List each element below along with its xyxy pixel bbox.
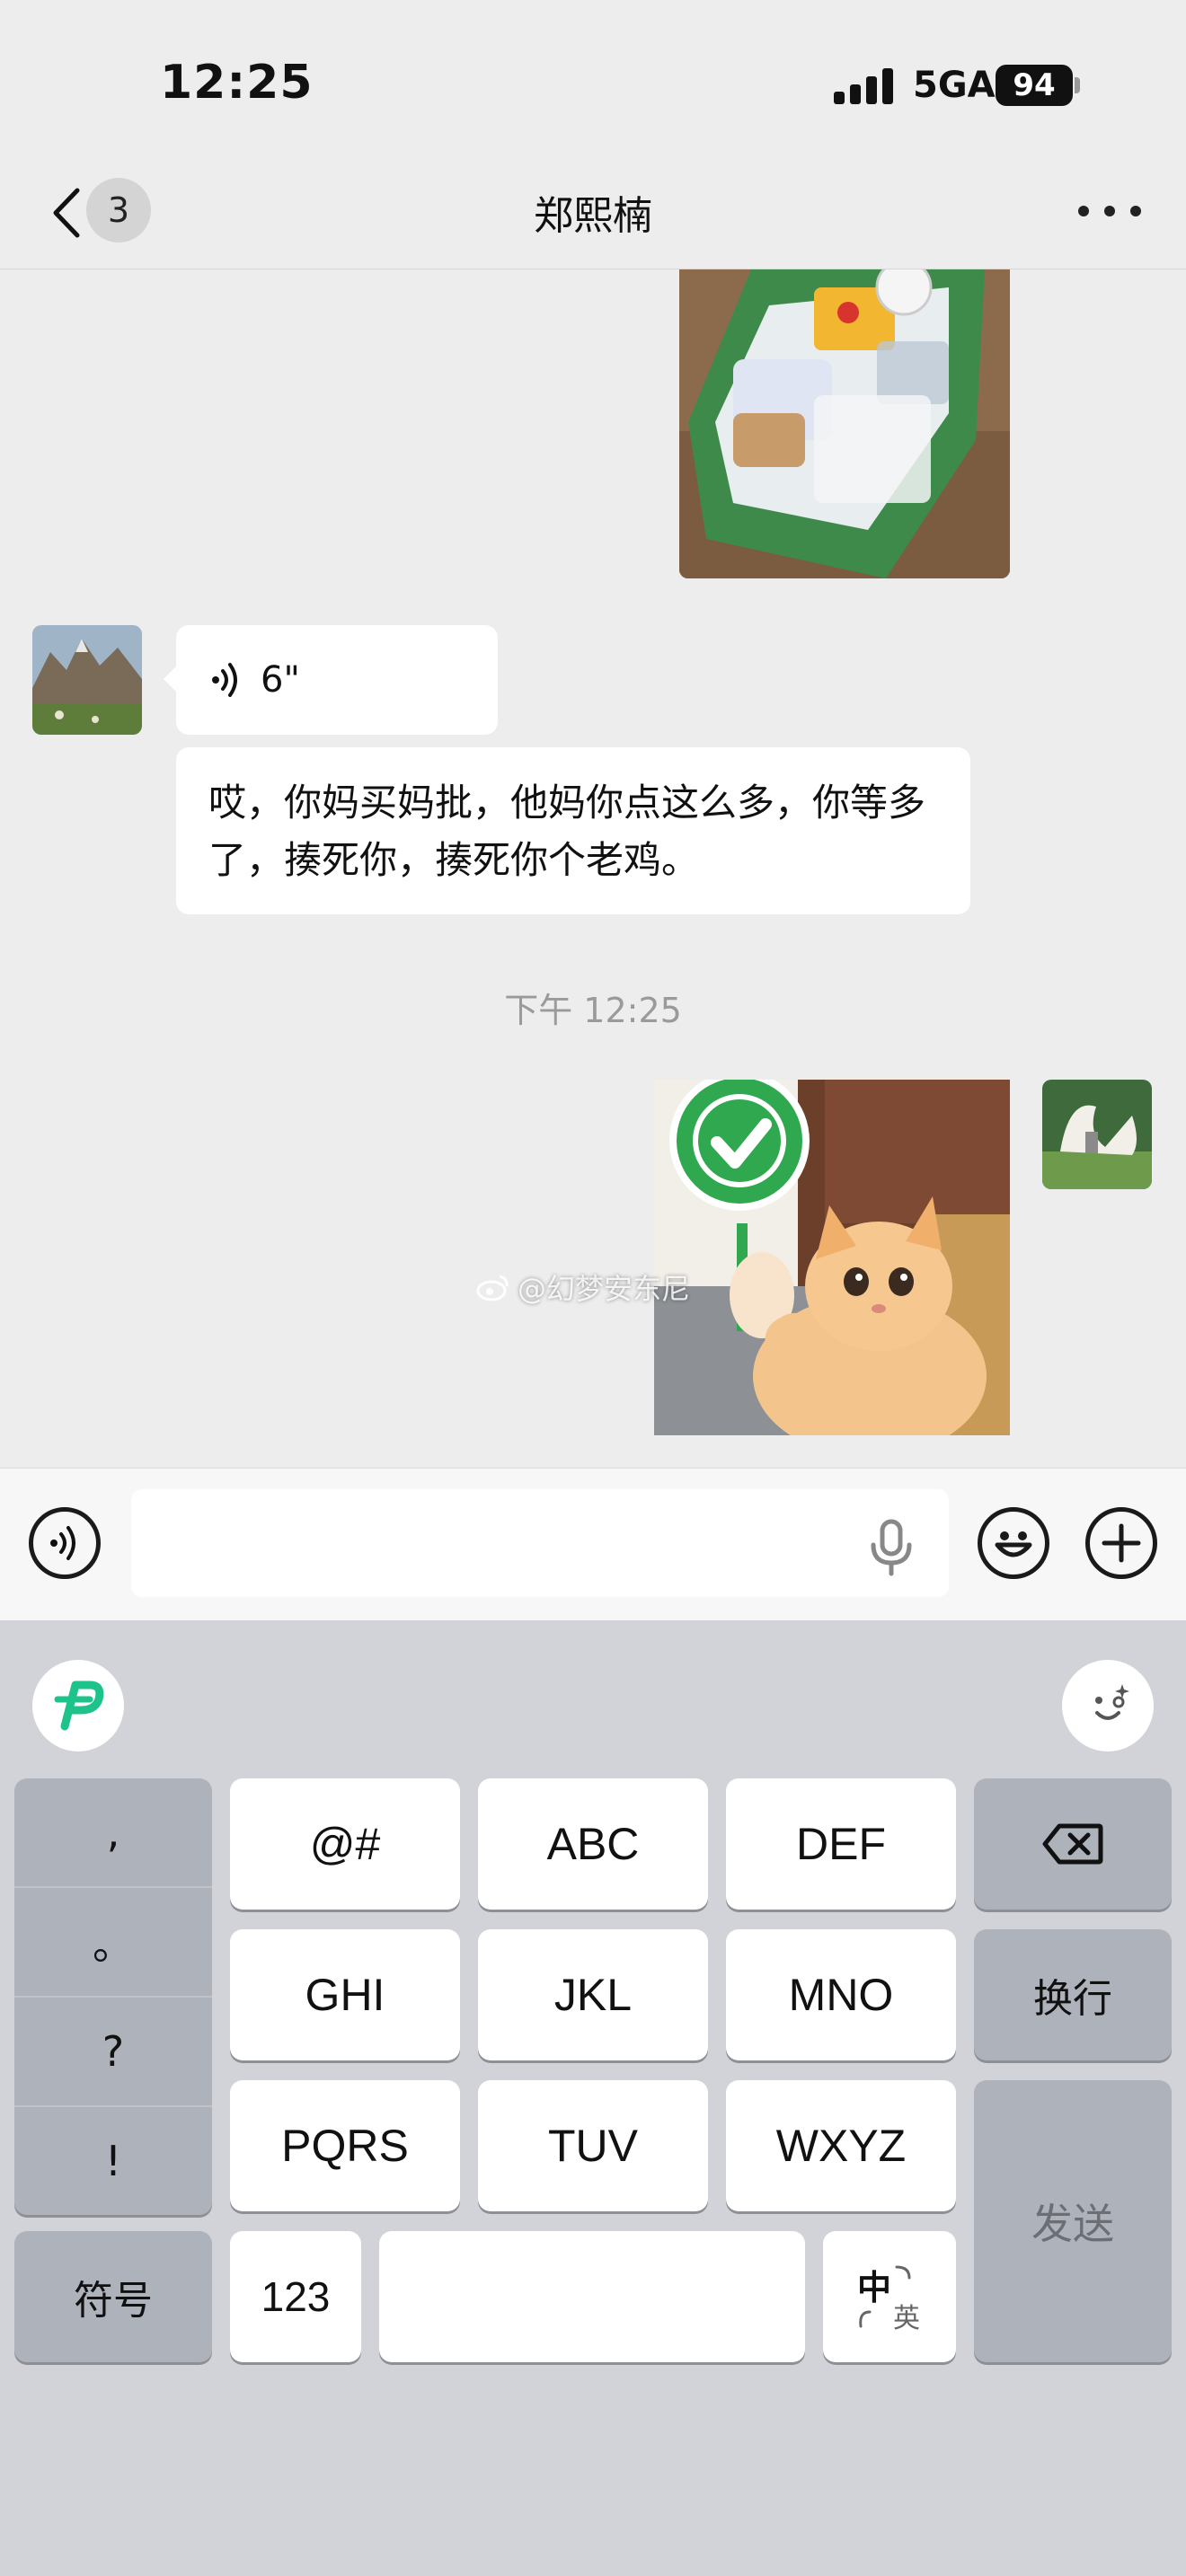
key-exclamation[interactable]: !: [14, 2107, 212, 2215]
voice-duration: 6": [261, 659, 300, 701]
image-message-food-tray[interactable]: [679, 269, 1010, 578]
lang-switch-arrows-icon: [859, 2265, 911, 2328]
voice-wave-icon: [212, 663, 237, 697]
watermark-text: @幻梦安东尼: [518, 1272, 691, 1306]
weibo-icon: [476, 1275, 509, 1301]
network-type: 5GA: [913, 65, 996, 106]
key-abc[interactable]: ABC: [478, 1778, 708, 1910]
emoji-button[interactable]: [978, 1507, 1049, 1579]
sticker-message-cat-checkmark[interactable]: [654, 1071, 1010, 1457]
ime-logo-icon[interactable]: [32, 1660, 124, 1751]
key-tuv[interactable]: TUV: [478, 2080, 708, 2211]
voice-message-bubble[interactable]: 6": [176, 625, 498, 735]
key-jkl[interactable]: JKL: [478, 1929, 708, 2060]
symbols-key[interactable]: 符号: [14, 2231, 212, 2362]
more-options-icon[interactable]: [1078, 189, 1141, 234]
status-time: 12:25: [160, 56, 314, 110]
newline-key[interactable]: 换行: [974, 1929, 1172, 2060]
text-message-bubble[interactable]: 哎，你妈买妈批，他妈你点这么多，你等多了，揍死你，揍死你个老鸡。: [176, 747, 970, 914]
key-pqrs[interactable]: PQRS: [230, 2080, 460, 2211]
my-avatar[interactable]: [1042, 1080, 1152, 1189]
battery-tip: [1075, 77, 1080, 93]
send-key[interactable]: 发送: [974, 2080, 1172, 2362]
contact-avatar[interactable]: [32, 625, 142, 735]
more-functions-plus-button[interactable]: [1085, 1507, 1157, 1579]
microphone-icon[interactable]: [864, 1518, 918, 1577]
backspace-icon: [1042, 1823, 1103, 1865]
signal-strength-icon: [834, 66, 897, 104]
message-timestamp: 下午 12:25: [504, 991, 682, 1030]
message-text-field[interactable]: [131, 1489, 949, 1597]
key-ghi[interactable]: GHI: [230, 1929, 460, 2060]
backspace-key[interactable]: [974, 1778, 1172, 1910]
key-question[interactable]: ?: [14, 1998, 212, 2105]
key-comma[interactable]: ,: [14, 1778, 212, 1886]
keyboard-emoji-icon[interactable]: [1062, 1660, 1154, 1751]
key-symbols-at[interactable]: @#: [230, 1778, 460, 1910]
number-key[interactable]: 123: [230, 2231, 361, 2362]
voice-input-toggle-button[interactable]: [29, 1507, 101, 1579]
plus-icon: [1102, 1523, 1141, 1563]
language-switch-key[interactable]: 中 英: [823, 2231, 956, 2362]
punctuation-column: , 。 ? !: [14, 1778, 212, 2215]
smiley-icon: [995, 1531, 1032, 1557]
key-period[interactable]: 。: [14, 1888, 212, 1996]
space-key[interactable]: [379, 2231, 805, 2362]
watermark: @幻梦安东尼: [476, 1266, 690, 1308]
battery-icon: 94: [996, 65, 1073, 106]
voice-wave-icon: [50, 1526, 75, 1560]
key-wxyz[interactable]: WXYZ: [726, 2080, 956, 2211]
key-def[interactable]: DEF: [726, 1778, 956, 1910]
key-mno[interactable]: MNO: [726, 1929, 956, 2060]
unread-count-badge[interactable]: 3: [86, 178, 151, 243]
chat-title: 郑熙楠: [534, 193, 652, 239]
